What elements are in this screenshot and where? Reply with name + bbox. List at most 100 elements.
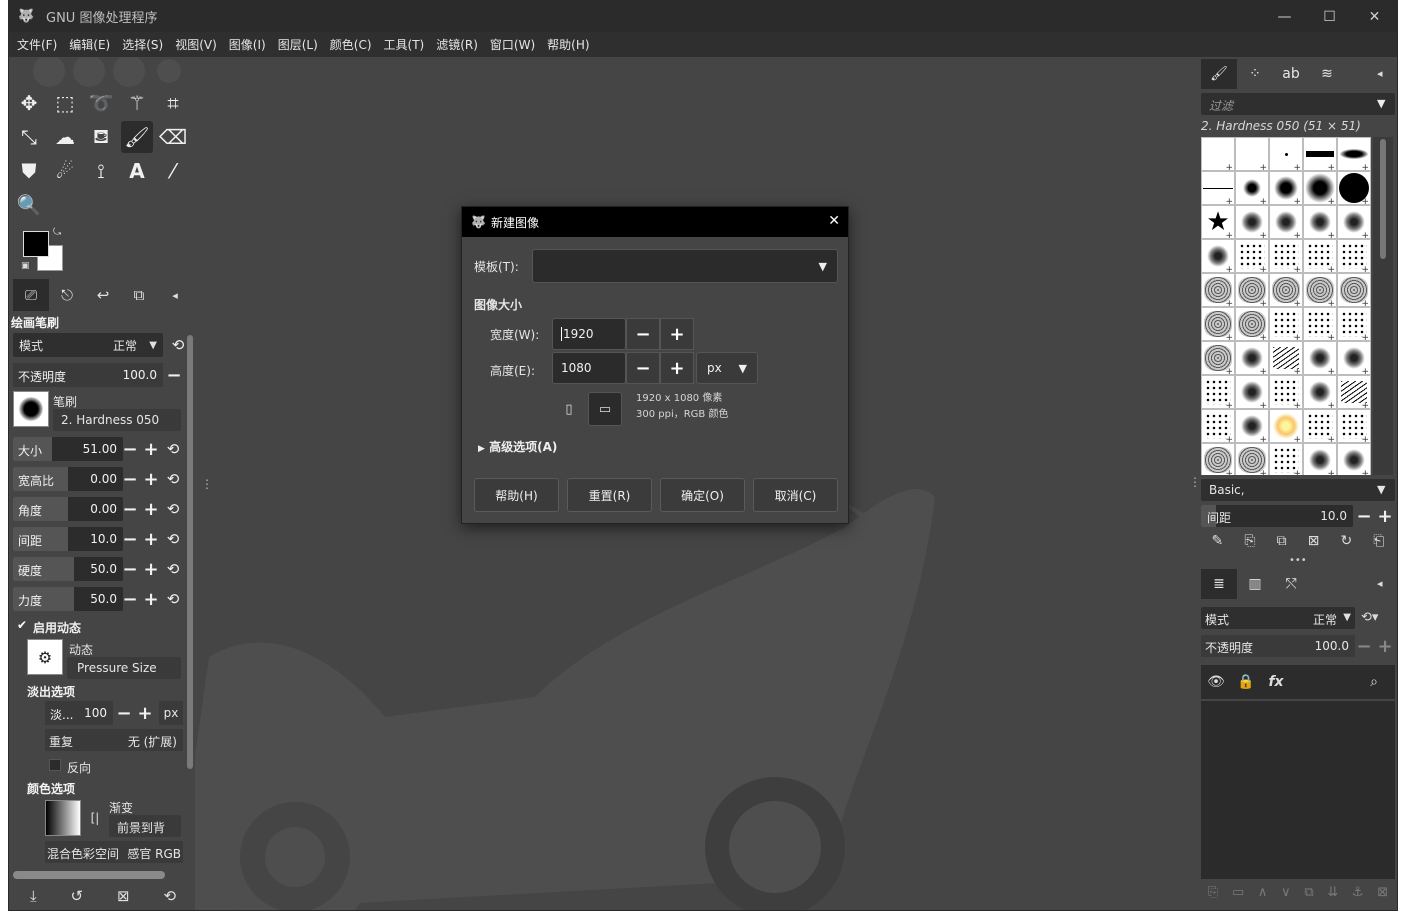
blend-colorspace-select[interactable]: 混合色彩空间 感官 RGB: [45, 841, 183, 863]
hardness-plus-button[interactable]: +: [142, 557, 160, 581]
brush-spacing-slider[interactable]: 间距 10.0: [1201, 505, 1353, 527]
brush-thumbnail[interactable]: +: [1235, 171, 1269, 207]
aspect-slider[interactable]: 宽高比 0.00: [13, 467, 123, 491]
unified-transform-tool-icon[interactable]: ⤡: [13, 121, 45, 153]
new-group-icon[interactable]: ▭: [1232, 885, 1244, 909]
brush-thumbnail[interactable]: +: [1201, 307, 1235, 343]
bucket-fill-tool-icon[interactable]: ⛾: [85, 121, 117, 153]
template-select[interactable]: ▼: [532, 249, 838, 283]
advanced-options-expander[interactable]: ▶ 高级选项(A): [478, 438, 557, 455]
size-slider[interactable]: 大小 51.00: [13, 437, 123, 461]
brush-preview[interactable]: [13, 391, 49, 427]
brush-thumbnail[interactable]: +: [1303, 307, 1337, 343]
brush-thumbnail[interactable]: +: [1235, 205, 1269, 241]
brush-thumbnail[interactable]: +: [1303, 205, 1337, 241]
brush-thumbnail[interactable]: +: [1337, 205, 1371, 241]
portrait-orientation-icon[interactable]: ▯: [552, 392, 586, 426]
brush-thumbnail[interactable]: +: [1235, 443, 1269, 475]
edit-brush-icon[interactable]: ✎: [1212, 533, 1224, 555]
left-dock-resize-handle[interactable]: ⋮: [201, 477, 213, 491]
brush-thumbnail[interactable]: +: [1337, 273, 1371, 309]
brush-thumbnail[interactable]: +: [1201, 341, 1235, 377]
brush-spacing-plus-button[interactable]: +: [1376, 505, 1394, 527]
anchor-layer-icon[interactable]: ⚓: [1352, 885, 1364, 909]
width-plus-button[interactable]: +: [660, 318, 694, 350]
brush-thumbnail[interactable]: +: [1337, 375, 1371, 411]
spacing-reset-icon[interactable]: ⟲: [164, 527, 182, 551]
menu-layer[interactable]: 图层(L): [272, 36, 324, 53]
visibility-eye-icon[interactable]: 👁: [1201, 674, 1231, 690]
landscape-orientation-icon[interactable]: ▭: [588, 392, 622, 426]
open-as-image-icon[interactable]: ⎗: [1373, 533, 1384, 555]
brush-thumbnail[interactable]: +: [1337, 171, 1371, 207]
tab-device-status[interactable]: ⎋: [49, 279, 85, 311]
angle-plus-button[interactable]: +: [142, 497, 160, 521]
gradient-field[interactable]: 前景到背: [109, 815, 181, 837]
fade-unit-select[interactable]: px: [159, 701, 183, 725]
reverse-gradient-icon[interactable]: [|: [85, 800, 105, 836]
delete-layer-icon[interactable]: ⊠: [1377, 885, 1388, 909]
duplicate-layer-icon[interactable]: ⧉: [1304, 885, 1313, 909]
mode-reset-icon[interactable]: ⟲: [169, 333, 187, 357]
maximize-button[interactable]: ☐: [1307, 1, 1352, 32]
gradient-preview[interactable]: [45, 800, 81, 836]
rect-select-tool-icon[interactable]: ⬚: [49, 87, 81, 119]
mode-select[interactable]: 模式 正常 ▼: [13, 333, 163, 357]
tool-options-scrollbar[interactable]: [187, 335, 193, 769]
brush-thumbnail[interactable]: +: [1201, 239, 1235, 275]
brush-thumbnail[interactable]: +: [1201, 375, 1235, 411]
menu-filters[interactable]: 滤镜(R): [430, 36, 484, 53]
opacity-slider[interactable]: 不透明度 100.0: [13, 363, 163, 387]
brush-thumbnail[interactable]: +: [1235, 375, 1269, 411]
checkbox-checked-icon[interactable]: ✔: [17, 618, 27, 632]
reset-button[interactable]: 重置(R): [567, 478, 652, 512]
force-slider[interactable]: 力度 50.0: [13, 587, 123, 611]
brush-thumbnail[interactable]: +: [1269, 341, 1303, 377]
spacing-plus-button[interactable]: +: [142, 527, 160, 551]
brush-name-field[interactable]: 2. Hardness 050: [53, 409, 181, 431]
layers-dock-menu-icon[interactable]: ◂: [1377, 577, 1383, 590]
cancel-button[interactable]: 取消(C): [753, 478, 838, 512]
search-icon[interactable]: ⌕: [1359, 674, 1389, 690]
unit-select[interactable]: px ▼: [696, 352, 758, 384]
brush-thumbnail[interactable]: +: [1303, 341, 1337, 377]
width-minus-button[interactable]: −: [626, 318, 660, 350]
help-button[interactable]: 帮助(H): [474, 478, 559, 512]
lock-icon[interactable]: 🔒: [1231, 674, 1261, 690]
brush-thumbnail[interactable]: +: [1337, 443, 1371, 475]
fg-bg-colors[interactable]: ⤿ ▣: [21, 227, 67, 273]
aspect-reset-icon[interactable]: ⟲: [164, 467, 182, 491]
refresh-brushes-icon[interactable]: ↻: [1340, 533, 1352, 555]
brush-grid[interactable]: + + + + + + + + + + ★ + + + + + + + + + + + + + + + + + + + + + + + + + + + + +…: [1201, 137, 1371, 475]
fuzzy-select-tool-icon[interactable]: ⚚: [121, 87, 153, 119]
reset-options-icon[interactable]: ⟲: [163, 887, 176, 905]
spacing-minus-button[interactable]: −: [121, 527, 139, 551]
menu-image[interactable]: 图像(I): [223, 36, 272, 53]
new-layer-icon[interactable]: ⎘: [1208, 885, 1218, 909]
warp-transform-tool-icon[interactable]: ☁: [49, 121, 81, 153]
brush-thumbnail[interactable]: +: [1303, 375, 1337, 411]
brush-thumbnail[interactable]: +: [1337, 137, 1371, 173]
angle-reset-icon[interactable]: ⟲: [164, 497, 182, 521]
new-brush-icon[interactable]: ⎘: [1244, 533, 1255, 555]
default-colors-icon[interactable]: ▣: [21, 261, 30, 271]
brush-thumbnail[interactable]: +: [1337, 409, 1371, 445]
ok-button[interactable]: 确定(O): [660, 478, 745, 512]
brush-thumbnail[interactable]: +: [1303, 137, 1337, 173]
brush-thumbnail[interactable]: +: [1269, 137, 1303, 173]
brush-thumbnail[interactable]: +: [1303, 443, 1337, 475]
brush-filter-input[interactable]: 过滤 ▼: [1201, 93, 1395, 115]
force-plus-button[interactable]: +: [142, 587, 160, 611]
minimize-button[interactable]: —: [1262, 1, 1307, 32]
brush-thumbnail[interactable]: +: [1201, 273, 1235, 309]
brush-thumbnail[interactable]: +: [1235, 239, 1269, 275]
tab-layers[interactable]: ≣: [1201, 569, 1237, 599]
brush-grid-scrollbar[interactable]: [1373, 137, 1393, 475]
force-minus-button[interactable]: −: [121, 587, 139, 611]
brush-thumbnail[interactable]: +: [1337, 307, 1371, 343]
height-minus-button[interactable]: −: [626, 352, 660, 384]
brush-thumbnail[interactable]: +: [1269, 409, 1303, 445]
brush-thumbnail[interactable]: +: [1269, 375, 1303, 411]
delete-options-icon[interactable]: ⊠: [117, 887, 130, 905]
delete-brush-icon[interactable]: ⊠: [1308, 533, 1320, 555]
